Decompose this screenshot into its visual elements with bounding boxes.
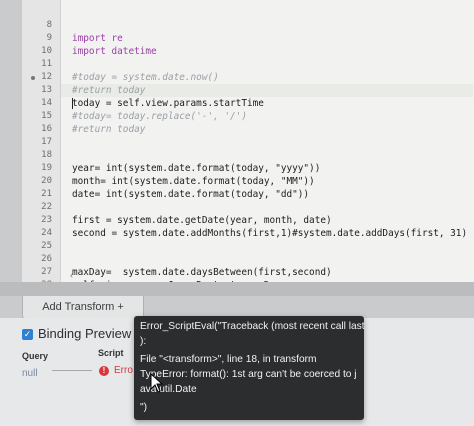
- binding-preview-checkbox[interactable]: ✓: [22, 329, 33, 340]
- code-line-26[interactable]: 26 maxDay= system.date.daysBetween(first…: [22, 240, 331, 278]
- code-text: today = self.view.params.startTime: [72, 98, 264, 109]
- code-text: #return today: [72, 85, 146, 96]
- code-line-12[interactable]: 12 #return today: [22, 58, 145, 96]
- tooltip-line: ava.util.Date: [140, 384, 197, 395]
- mouse-pointer-icon: [150, 373, 164, 393]
- script-column-label: Script: [98, 348, 124, 358]
- add-transform-button[interactable]: Add Transform +: [22, 296, 144, 319]
- scroll-left-arrow-icon[interactable]: ‹: [70, 270, 73, 280]
- code-text: second = system.date.addMonths(first,1)#…: [72, 228, 468, 239]
- tooltip-line: File "<transform>", line 18, in transfor…: [140, 354, 317, 365]
- code-line-19[interactable]: 19 month= int(system.date.format(today, …: [22, 149, 315, 187]
- flow-arrow-icon: [52, 370, 92, 371]
- script-error-value[interactable]: Erro: [114, 365, 133, 376]
- code-line-21[interactable]: 21: [22, 175, 52, 199]
- code-line-18[interactable]: 18 year= int(system.date.format(today, "…: [22, 136, 320, 174]
- code-text: import re: [72, 33, 123, 44]
- code-line-11[interactable]: 11 #today = system.date.now(): [22, 45, 219, 83]
- add-transform-label: Add Transform +: [42, 301, 124, 313]
- code-line-24[interactable]: 24: [22, 214, 52, 238]
- code-text: date= int(system.date.format(today, "dd"…: [72, 189, 310, 200]
- code-line-20[interactable]: 20 date= int(system.date.format(today, "…: [22, 162, 309, 200]
- error-tooltip: Error_ScriptEval("Traceback (most recent…: [134, 316, 365, 420]
- code-line-28[interactable]: 28: [22, 266, 52, 290]
- code-text: year= int(system.date.format(today, "yyy…: [72, 163, 321, 174]
- tooltip-line: TypeError: format(): 1st arg can't be co…: [140, 369, 357, 380]
- code-text: #return today: [72, 124, 146, 135]
- panel-divider: [0, 282, 474, 296]
- code-text: #today= today.replace('-', '/'): [72, 111, 247, 122]
- error-icon[interactable]: !: [99, 366, 109, 376]
- tooltip-line: "): [140, 402, 148, 413]
- code-line-16[interactable]: 16: [22, 110, 52, 134]
- code-text: month= int(system.date.format(today, "MM…: [72, 176, 315, 187]
- code-line-13[interactable]: 13 today = self.view.params.startTime: [22, 71, 264, 109]
- code-text: import datetime: [72, 46, 157, 57]
- code-line-22[interactable]: 22 first = system.date.getDate(year, mon…: [22, 188, 331, 226]
- code-line-17[interactable]: 17: [22, 123, 52, 147]
- code-line-14[interactable]: 14 #today= today.replace('-', '/'): [22, 84, 247, 122]
- code-text: #today = system.date.now(): [72, 72, 219, 83]
- code-line-8[interactable]: 8 import re: [22, 6, 123, 44]
- query-column-label: Query: [22, 351, 49, 361]
- code-text: first = system.date.getDate(year, month,…: [72, 215, 332, 226]
- tooltip-line: ):: [140, 336, 147, 347]
- query-value: null: [22, 368, 38, 379]
- code-line-23[interactable]: 23 second = system.date.addMonths(first,…: [22, 201, 467, 239]
- code-line-27[interactable]: 27 self.view.params.JoursRestant =maxDay: [22, 253, 281, 291]
- script-editor[interactable]: 8 import re 9 import datetime 10 11 #tod…: [22, 0, 474, 291]
- code-line-10[interactable]: 10: [22, 32, 52, 56]
- code-line-15[interactable]: 15 #return today: [22, 97, 145, 135]
- text-caret: [72, 98, 73, 109]
- code-line-25[interactable]: 25: [22, 227, 52, 251]
- binding-preview-title: Binding Preview: [38, 326, 132, 341]
- tooltip-line: Error_ScriptEval("Traceback (most recent…: [140, 321, 365, 332]
- code-line-9[interactable]: 9 import datetime: [22, 19, 157, 57]
- code-text: maxDay= system.date.daysBetween(first,se…: [72, 267, 332, 278]
